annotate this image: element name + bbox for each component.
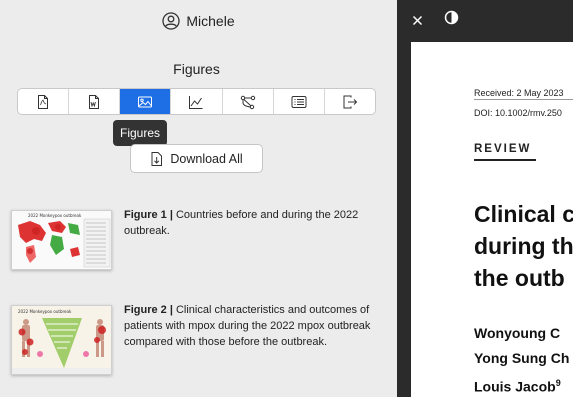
chart-button[interactable] [171,89,223,114]
author-line: Louis Jacob9 [474,371,569,397]
paper-title-line: Clinical c [474,201,573,227]
figure-2-label: Figure 2 | [124,304,173,316]
paper-authors: Wonyoung C Yong Sung Ch Louis Jacob9 [474,321,569,397]
view-toolbar [17,88,376,115]
list-button[interactable] [274,89,325,114]
paper-page: Received: 2 May 2023 DOI: 10.1002/rmv.25… [411,42,573,397]
user-circle-icon [162,12,181,30]
close-icon[interactable] [411,14,424,27]
figures-tooltip: Figures [113,120,168,146]
contrast-button[interactable] [444,10,459,30]
graph-network-button[interactable] [223,89,274,114]
pdf-view-icon [38,94,49,109]
author-affiliation-sup: 9 [555,378,561,388]
figure-item-1[interactable]: 2022 Monkeypox outbreak Figure 1 | Count… [11,207,381,270]
figure-1-label: Figure 1 | [124,209,173,221]
graph-network-icon [240,95,255,109]
export-icon [343,95,358,108]
download-all-label: Download All [170,151,243,166]
list-icon [291,95,307,108]
viewer-toolbar [397,0,573,40]
user-header[interactable]: Michele [0,12,397,30]
author-line: Yong Sung Ch [474,350,570,366]
figures-icon [138,96,153,107]
document-viewer: Received: 2 May 2023 DOI: 10.1002/rmv.25… [397,0,573,397]
figure-2-caption: Figure 2 | Clinical characteristics and … [124,302,381,375]
paper-title-line: the outb [474,265,565,291]
figures-panel: Michele Figures Figures Download All 202… [0,0,397,397]
clinical-figure-icon: 2022 Monkeypox outbreak [12,306,111,374]
download-all-button[interactable]: Download All [130,144,263,173]
received-date: Received: 2 May 2023 [474,88,564,98]
paper-title: Clinical c during th the outb [474,198,573,294]
figure-2-thumb-title: 2022 Monkeypox outbreak [18,309,72,314]
user-name: Michele [186,13,235,29]
figure-1-caption: Figure 1 | Countries before and during t… [124,207,381,270]
figure-item-2[interactable]: 2022 Monkeypox outbreak Figure 2 | Clini… [11,302,381,375]
meta-divider [474,99,573,100]
section-title: Figures [173,61,220,77]
download-file-icon [151,151,163,166]
figures-button[interactable] [120,89,172,114]
pdf-view-button[interactable] [18,89,70,114]
section-label: REVIEW [474,143,532,155]
word-doc-icon [89,94,100,109]
author-name: Louis Jacob [474,378,556,395]
chart-icon [189,95,203,109]
figure-1-thumb-title: 2022 Monkeypox outbreak [28,213,82,218]
author-line: Wonyoung C [474,325,561,341]
word-doc-button[interactable] [69,89,121,114]
figure-2-thumbnail[interactable]: 2022 Monkeypox outbreak [11,305,112,375]
figure-1-thumbnail[interactable]: 2022 Monkeypox outbreak [11,210,112,270]
paper-title-line: during th [474,233,573,259]
export-button[interactable] [325,89,375,114]
contrast-icon [444,10,459,25]
section-underline [474,159,536,161]
doi: DOI: 10.1002/rmv.250 [474,108,562,118]
world-map-figure-icon: 2022 Monkeypox outbreak [12,211,111,269]
